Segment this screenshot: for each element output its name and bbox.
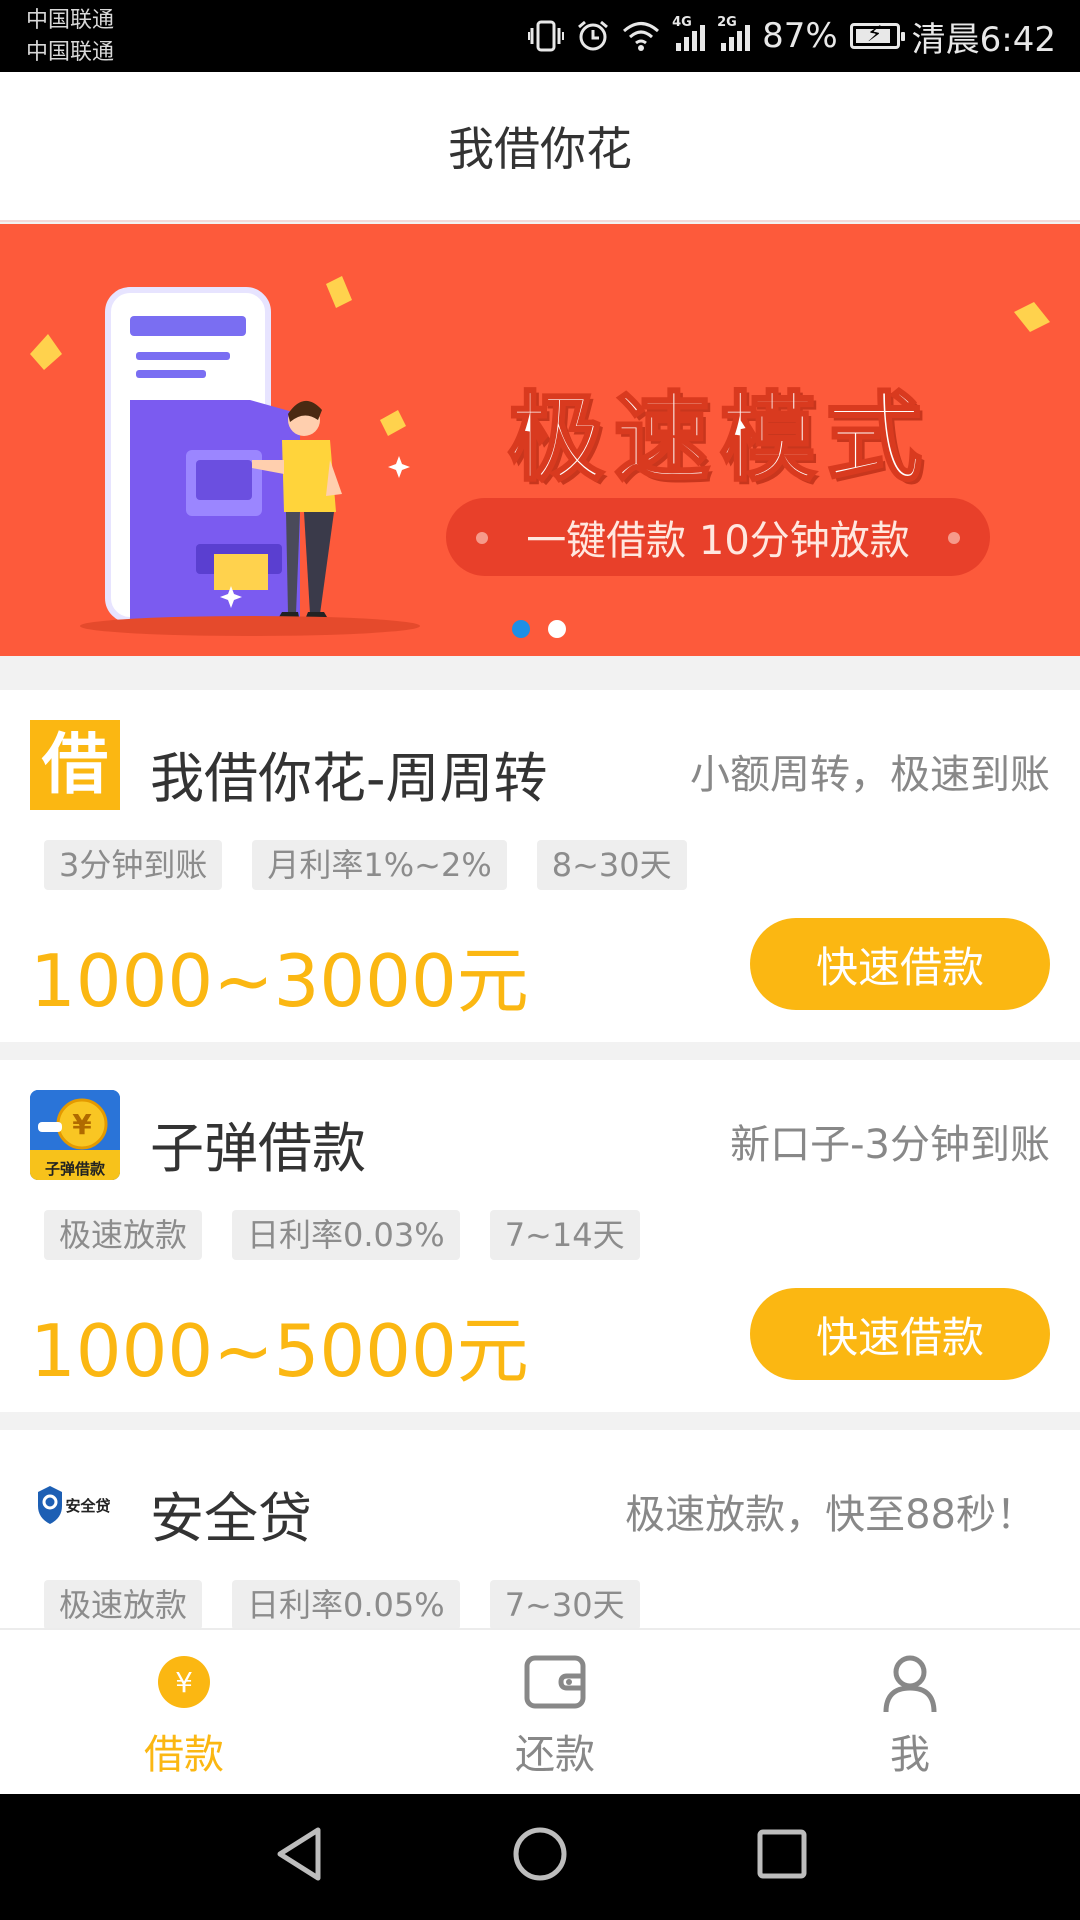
nav-label-borrow: 借款 xyxy=(144,1732,224,1778)
pager-dot-active[interactable] xyxy=(512,620,530,638)
loan-tag: 7~14天 xyxy=(489,1210,640,1260)
wifi-icon xyxy=(622,20,660,52)
loan-logo-jienihua: 借 xyxy=(30,720,120,810)
loan-tag: 日利率0.05% xyxy=(232,1580,460,1628)
nav-label-me: 我 xyxy=(890,1732,930,1778)
banner-subtitle: 一键借款 10分钟放款 xyxy=(526,518,910,564)
loan-tag: 月利率1%~2% xyxy=(252,840,507,890)
app-header: 我借你花 xyxy=(0,72,1080,222)
signal-4g-icon: 4G xyxy=(672,15,706,51)
loan-name: 子弹借款 xyxy=(150,1117,366,1180)
banner-pager xyxy=(512,620,566,638)
svg-text:¥: ¥ xyxy=(72,1108,92,1141)
app-screen: 中国联通 中国联通 4G 2G 87% ⚡ 清晨6:42 我借你花 极速模式 一… xyxy=(0,0,1080,1920)
user-icon xyxy=(882,1654,938,1718)
svg-text:安全贷: 安全贷 xyxy=(65,1497,110,1515)
loan-logo-zidan: ¥ 子弹借款 xyxy=(30,1090,120,1180)
svg-text:¥: ¥ xyxy=(175,1666,193,1699)
yuan-coin-icon: ¥ xyxy=(156,1654,212,1714)
loan-slogan: 新口子-3分钟到账 xyxy=(730,1122,1050,1168)
loan-tag: 7~30天 xyxy=(489,1580,640,1628)
loan-tag: 日利率0.03% xyxy=(232,1210,460,1260)
status-bar: 中国联通 中国联通 4G 2G 87% ⚡ 清晨6:42 xyxy=(0,0,1080,72)
clock: 清晨6:42 xyxy=(911,19,1056,60)
loan-card[interactable]: 借 我借你花-周周转 小额周转，极速到账 3分钟到账 月利率1%~2% 8~30… xyxy=(0,690,1080,1042)
carrier-1: 中国联通 xyxy=(26,8,115,33)
nav-label-repay: 还款 xyxy=(515,1732,595,1778)
loan-amount: 1000~5000元 xyxy=(30,1309,529,1393)
loan-slogan: 极速放款，快至88秒！ xyxy=(625,1492,1036,1538)
signal-2g-icon: 2G xyxy=(717,15,751,51)
pager-dot[interactable] xyxy=(548,620,566,638)
svg-text:子弹借款: 子弹借款 xyxy=(45,1160,106,1178)
system-nav-bar xyxy=(0,1794,1080,1920)
quick-loan-button[interactable]: 快速借款 xyxy=(750,918,1050,1010)
loan-tag: 8~30天 xyxy=(536,840,687,890)
loan-logo-anquandai: 安全贷 xyxy=(30,1460,120,1550)
nav-tab-me[interactable]: 我 xyxy=(810,1630,1010,1796)
loan-tags: 3分钟到账 月利率1%~2% 8~30天 xyxy=(44,840,687,890)
loan-card[interactable]: 安全贷 安全贷 极速放款，快至88秒！ 极速放款 日利率0.05% 7~30天 xyxy=(0,1430,1080,1628)
loan-tags: 极速放款 日利率0.05% 7~30天 xyxy=(44,1580,640,1628)
banner-subtitle-pill: 一键借款 10分钟放款 xyxy=(446,498,990,576)
back-icon[interactable] xyxy=(272,1824,328,1888)
loan-name: 安全贷 xyxy=(150,1487,312,1550)
wallet-icon xyxy=(523,1654,587,1714)
carrier-2: 中国联通 xyxy=(26,40,115,65)
loan-name: 我借你花-周周转 xyxy=(150,747,548,810)
loan-tag: 3分钟到账 xyxy=(44,840,223,890)
battery-icon: ⚡ xyxy=(849,22,905,49)
promo-banner[interactable]: 极速模式 一键借款 10分钟放款 xyxy=(0,224,1080,656)
nav-tab-repay[interactable]: 还款 xyxy=(455,1630,655,1796)
bottom-nav: ¥ 借款 还款 我 xyxy=(0,1628,1080,1794)
banner-title: 极速模式 xyxy=(507,381,932,496)
loan-amount: 1000~3000元 xyxy=(30,939,529,1023)
home-icon[interactable] xyxy=(510,1824,570,1888)
loan-tags: 极速放款 日利率0.03% 7~14天 xyxy=(44,1210,640,1260)
battery-percent: 87% xyxy=(762,16,838,56)
loan-card[interactable]: ¥ 子弹借款 子弹借款 新口子-3分钟到账 极速放款 日利率0.03% 7~14… xyxy=(0,1060,1080,1412)
recents-icon[interactable] xyxy=(754,1824,810,1888)
nav-tab-borrow[interactable]: ¥ 借款 xyxy=(84,1630,284,1796)
vibrate-icon xyxy=(528,19,565,53)
alarm-icon xyxy=(576,19,610,53)
loan-tag: 极速放款 xyxy=(44,1210,203,1260)
quick-loan-button[interactable]: 快速借款 xyxy=(750,1288,1050,1380)
page-title: 我借你花 xyxy=(448,122,632,176)
loan-slogan: 小额周转，极速到账 xyxy=(690,752,1050,798)
loan-tag: 极速放款 xyxy=(44,1580,203,1628)
